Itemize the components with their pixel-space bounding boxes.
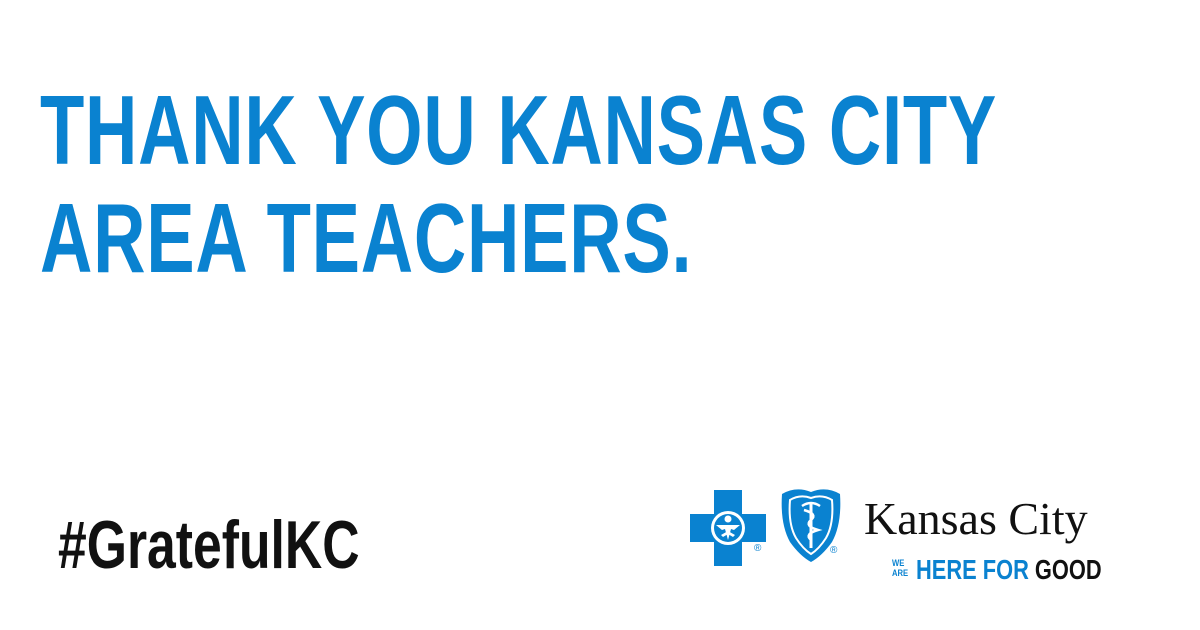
headline-line-1: THANK YOU KANSAS CITY [40,75,998,185]
company-logo: ® ® Kansas City WE ARE HERE FOR GOOD [690,484,1150,594]
tagline-good: GOOD [1034,554,1102,585]
company-name: Kansas City [864,493,1088,544]
tagline-main: HERE FOR GOOD [916,556,1102,584]
registered-mark: ® [830,545,838,556]
tagline-are: ARE [892,568,909,578]
headline-line-2: AREA TEACHERS. [40,183,693,293]
headline: THANK YOU KANSAS CITY AREA TEACHERS. [40,75,998,293]
tagline-here-for: HERE FOR [916,554,1029,585]
blue-cross-icon [690,490,766,566]
tagline-we-are: WE ARE [892,558,908,578]
registered-mark: ® [754,543,762,554]
tagline-we: WE [892,558,905,568]
hashtag: #GratefulKC [58,507,360,583]
